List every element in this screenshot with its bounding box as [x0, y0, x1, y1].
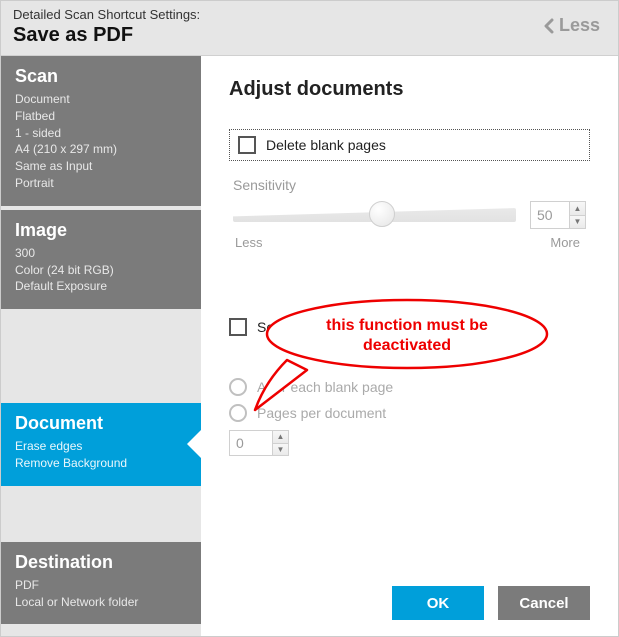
less-button[interactable]: Less	[543, 15, 600, 36]
section-line: Erase edges	[15, 438, 187, 455]
section-line: Color (24 bit RGB)	[15, 262, 187, 279]
pages-step-up[interactable]: ▲	[273, 431, 288, 444]
section-line: Default Exposure	[15, 278, 187, 295]
chevron-left-icon	[543, 18, 555, 34]
pages-per-doc-radio-row[interactable]: Pages per document	[229, 404, 590, 422]
section-title: Destination	[15, 552, 187, 573]
sensitivity-label: Sensitivity	[233, 177, 586, 193]
pages-step-down[interactable]: ▼	[273, 444, 288, 456]
separate-pages-checkbox[interactable]	[229, 318, 247, 336]
ok-button-label: OK	[427, 595, 450, 612]
section-title: Scan	[15, 66, 187, 87]
section-line: Local or Network folder	[15, 594, 187, 611]
main-title: Adjust documents	[229, 78, 590, 101]
delete-blank-pages-row[interactable]: Delete blank pages	[229, 129, 590, 161]
sensitivity-step-down[interactable]: ▼	[570, 216, 585, 229]
slider-thumb[interactable]	[369, 201, 395, 227]
header: Detailed Scan Shortcut Settings: Save as…	[1, 1, 618, 56]
pages-per-doc-stepper[interactable]: 0 ▲ ▼	[229, 430, 289, 456]
header-shortcut-name: Save as PDF	[13, 24, 606, 47]
section-line: Same as Input	[15, 158, 187, 175]
section-line: 300	[15, 245, 187, 262]
separate-pages-row[interactable]: Separate pages into multiple documents	[229, 316, 590, 338]
pages-per-doc-radio[interactable]	[229, 404, 247, 422]
ok-button[interactable]: OK	[392, 586, 484, 620]
section-line: Portrait	[15, 175, 187, 192]
section-line: A4 (210 x 297 mm)	[15, 141, 187, 158]
sidebar-section-scan[interactable]: Scan Document Flatbed 1 - sided A4 (210 …	[1, 56, 201, 206]
cancel-button[interactable]: Cancel	[498, 586, 590, 620]
delete-blank-pages-label: Delete blank pages	[266, 137, 386, 153]
sensitivity-max-label: More	[550, 235, 580, 250]
sensitivity-value: 50	[531, 202, 569, 228]
section-line: Document	[15, 91, 187, 108]
sensitivity-block: Sensitivity 50 ▲ ▼ Less	[233, 177, 586, 250]
header-title: Detailed Scan Shortcut Settings:	[13, 7, 606, 22]
sidebar-section-destination[interactable]: Destination PDF Local or Network folder	[1, 542, 201, 625]
cancel-button-label: Cancel	[519, 595, 568, 612]
sensitivity-step-up[interactable]: ▲	[570, 202, 585, 216]
section-line: Flatbed	[15, 108, 187, 125]
section-line: 1 - sided	[15, 125, 187, 142]
sensitivity-slider[interactable]	[233, 204, 516, 226]
main-panel: Adjust documents Delete blank pages Sens…	[201, 56, 618, 636]
less-button-label: Less	[559, 15, 600, 36]
section-line: PDF	[15, 577, 187, 594]
sensitivity-value-box[interactable]: 50 ▲ ▼	[530, 201, 586, 229]
sensitivity-min-label: Less	[235, 235, 262, 250]
after-blank-label: After each blank page	[257, 379, 393, 395]
after-blank-radio[interactable]	[229, 378, 247, 396]
after-blank-radio-row[interactable]: After each blank page	[229, 378, 590, 396]
section-title: Document	[15, 413, 187, 434]
pages-per-doc-label: Pages per document	[257, 405, 386, 421]
sidebar-section-image[interactable]: Image 300 Color (24 bit RGB) Default Exp…	[1, 210, 201, 309]
separate-pages-label: Separate pages into multiple documents	[257, 319, 507, 335]
pages-per-doc-value: 0	[230, 431, 272, 455]
delete-blank-pages-checkbox[interactable]	[238, 136, 256, 154]
section-title: Image	[15, 220, 187, 241]
footer: OK Cancel	[229, 574, 590, 620]
sidebar: Scan Document Flatbed 1 - sided A4 (210 …	[1, 56, 201, 636]
section-line: Remove Background	[15, 455, 187, 472]
sidebar-section-document[interactable]: Document Erase edges Remove Background	[1, 403, 201, 486]
